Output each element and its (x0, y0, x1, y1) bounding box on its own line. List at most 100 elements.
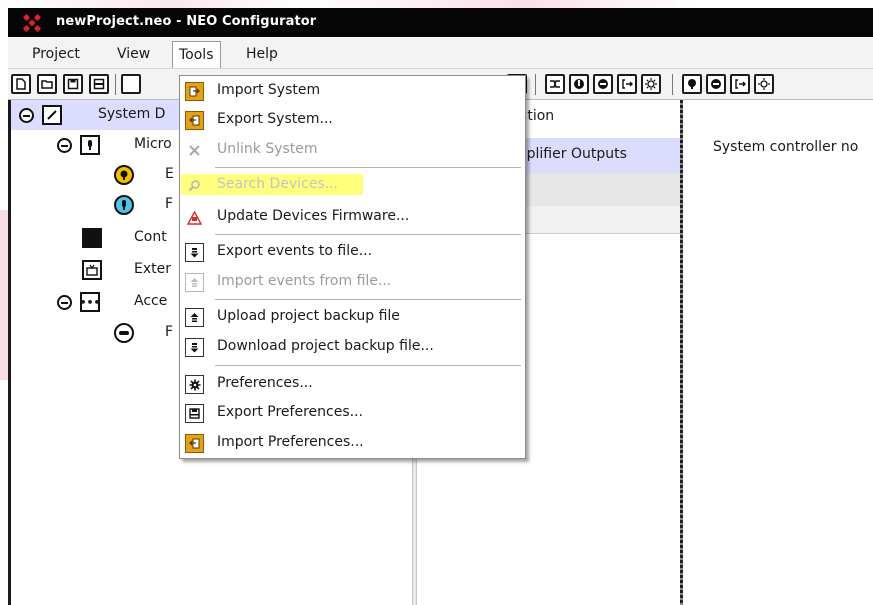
tree-label-device-e: E (165, 166, 174, 182)
menu-label: Unlink System (217, 141, 318, 157)
menu-label: Import events from file... (217, 273, 392, 289)
display-icon (82, 228, 102, 248)
toolbar-separator (672, 74, 673, 95)
menu-item-export-preferences[interactable]: Export Preferences... (180, 398, 525, 428)
menu-label: Import System (217, 82, 321, 98)
export-system-icon (185, 111, 204, 130)
new-file-icon (16, 78, 26, 90)
button-icon (114, 323, 134, 343)
search-icon (185, 176, 204, 195)
menu-label: Preferences... (217, 375, 313, 391)
collapse-toggle[interactable] (57, 138, 72, 153)
title-bar: newProject.neo - NEO Configurator (8, 8, 873, 37)
message-button[interactable] (593, 74, 613, 94)
menu-item-import-events[interactable]: Import events from file... (180, 267, 525, 297)
save-button[interactable] (63, 74, 83, 94)
gear-icon (758, 78, 770, 90)
routing-icon (550, 80, 560, 88)
collapse-toggle[interactable] (57, 295, 72, 310)
microphone-round-icon (114, 195, 134, 215)
menu-separator (215, 299, 521, 300)
logout-icon (622, 79, 633, 89)
menu-separator (215, 234, 521, 235)
menu-item-preferences[interactable]: Preferences... (180, 369, 525, 399)
menu-label: Upload project backup file (217, 308, 400, 324)
menu-label: Export System... (217, 111, 333, 127)
window-title: newProject.neo - NEO Configurator (56, 14, 317, 29)
save-icon (67, 78, 79, 90)
upload-icon (185, 308, 204, 327)
neo-logo-icon (22, 13, 42, 33)
save-as-button[interactable] (89, 74, 109, 94)
paging-button[interactable] (682, 74, 702, 94)
background-band (0, 0, 873, 8)
message-icon (598, 79, 608, 89)
import-events-icon (185, 273, 204, 292)
tree-label-system: System D (98, 106, 166, 122)
menu-label: Download project backup file... (217, 338, 434, 354)
microphone-icon (80, 135, 100, 155)
logout-button-2[interactable] (730, 74, 750, 94)
system-controller-message: System controller no (713, 139, 859, 155)
menu-tools[interactable]: Tools (172, 41, 221, 68)
tree-label-accessory-f: F (165, 324, 174, 340)
toolbar-separator (115, 74, 116, 95)
audio-routing-button[interactable] (545, 74, 565, 94)
settings-button-2[interactable] (754, 74, 774, 94)
menu-label: Export Preferences... (217, 404, 363, 420)
folder-icon (41, 80, 53, 89)
paging-station-icon (688, 79, 696, 89)
toolbar-separator (535, 74, 536, 95)
download-icon (185, 338, 204, 357)
menu-label: Import Preferences... (217, 434, 364, 450)
open-folder-button[interactable] (37, 74, 57, 94)
menu-separator (215, 365, 521, 366)
menu-label: Search Devices... (217, 176, 339, 192)
more-dots-icon: ••• (79, 292, 101, 312)
menu-separator (215, 167, 521, 168)
tools-menu-dropdown: Import System Export System... Unlink Sy… (179, 75, 526, 459)
settings-button[interactable] (641, 74, 661, 94)
menu-item-unlink-system[interactable]: Unlink System (180, 135, 525, 165)
menu-help[interactable]: Help (240, 44, 284, 66)
import-system-icon (185, 82, 204, 101)
menu-item-import-system[interactable]: Import System (180, 76, 525, 106)
export-events-icon (185, 243, 204, 262)
new-file-button[interactable] (11, 74, 31, 94)
microphone-icon (574, 79, 584, 89)
menu-item-update-firmware[interactable]: Update Devices Firmware... (180, 202, 525, 232)
logout-icon (735, 79, 746, 89)
save-as-icon (93, 78, 105, 90)
gear-icon (185, 375, 204, 394)
message-icon (711, 79, 721, 89)
paging-station-icon (114, 165, 134, 185)
menu-item-import-preferences[interactable]: Import Preferences... (180, 428, 525, 458)
import-preferences-icon (185, 434, 204, 453)
menu-item-search-devices[interactable]: Search Devices... (180, 170, 525, 200)
menu-bar: Project View Tools Help (8, 37, 873, 69)
message-button-2[interactable] (706, 74, 726, 94)
tree-label-controllers: Cont (134, 229, 167, 245)
gear-icon (645, 78, 657, 90)
menu-item-export-system[interactable]: Export System... (180, 105, 525, 135)
menu-project[interactable]: Project (26, 44, 86, 66)
logout-button[interactable] (617, 74, 637, 94)
menu-item-export-events[interactable]: Export events to file... (180, 237, 525, 267)
menu-item-download-backup[interactable]: Download project backup file... (180, 332, 525, 362)
menu-label: Update Devices Firmware... (217, 208, 410, 224)
pen-icon (42, 105, 62, 125)
app-window: newProject.neo - NEO Configurator Projec… (8, 8, 873, 605)
collapse-toggle[interactable] (19, 108, 34, 123)
tree-label-microphones: Micro (134, 136, 172, 152)
unlink-icon (185, 141, 204, 160)
menu-item-upload-backup[interactable]: Upload project backup file (180, 302, 525, 332)
tree-label-device-f: F (165, 196, 174, 212)
menu-label: Export events to file... (217, 243, 373, 259)
details-panel: System controller no (683, 100, 873, 605)
firmware-warning-icon (185, 208, 204, 227)
external-device-icon (82, 260, 102, 280)
microphone-button[interactable] (569, 74, 589, 94)
toolbar-button[interactable] (121, 74, 141, 94)
tree-label-accessories: Acce (134, 293, 168, 309)
menu-view[interactable]: View (111, 44, 156, 66)
